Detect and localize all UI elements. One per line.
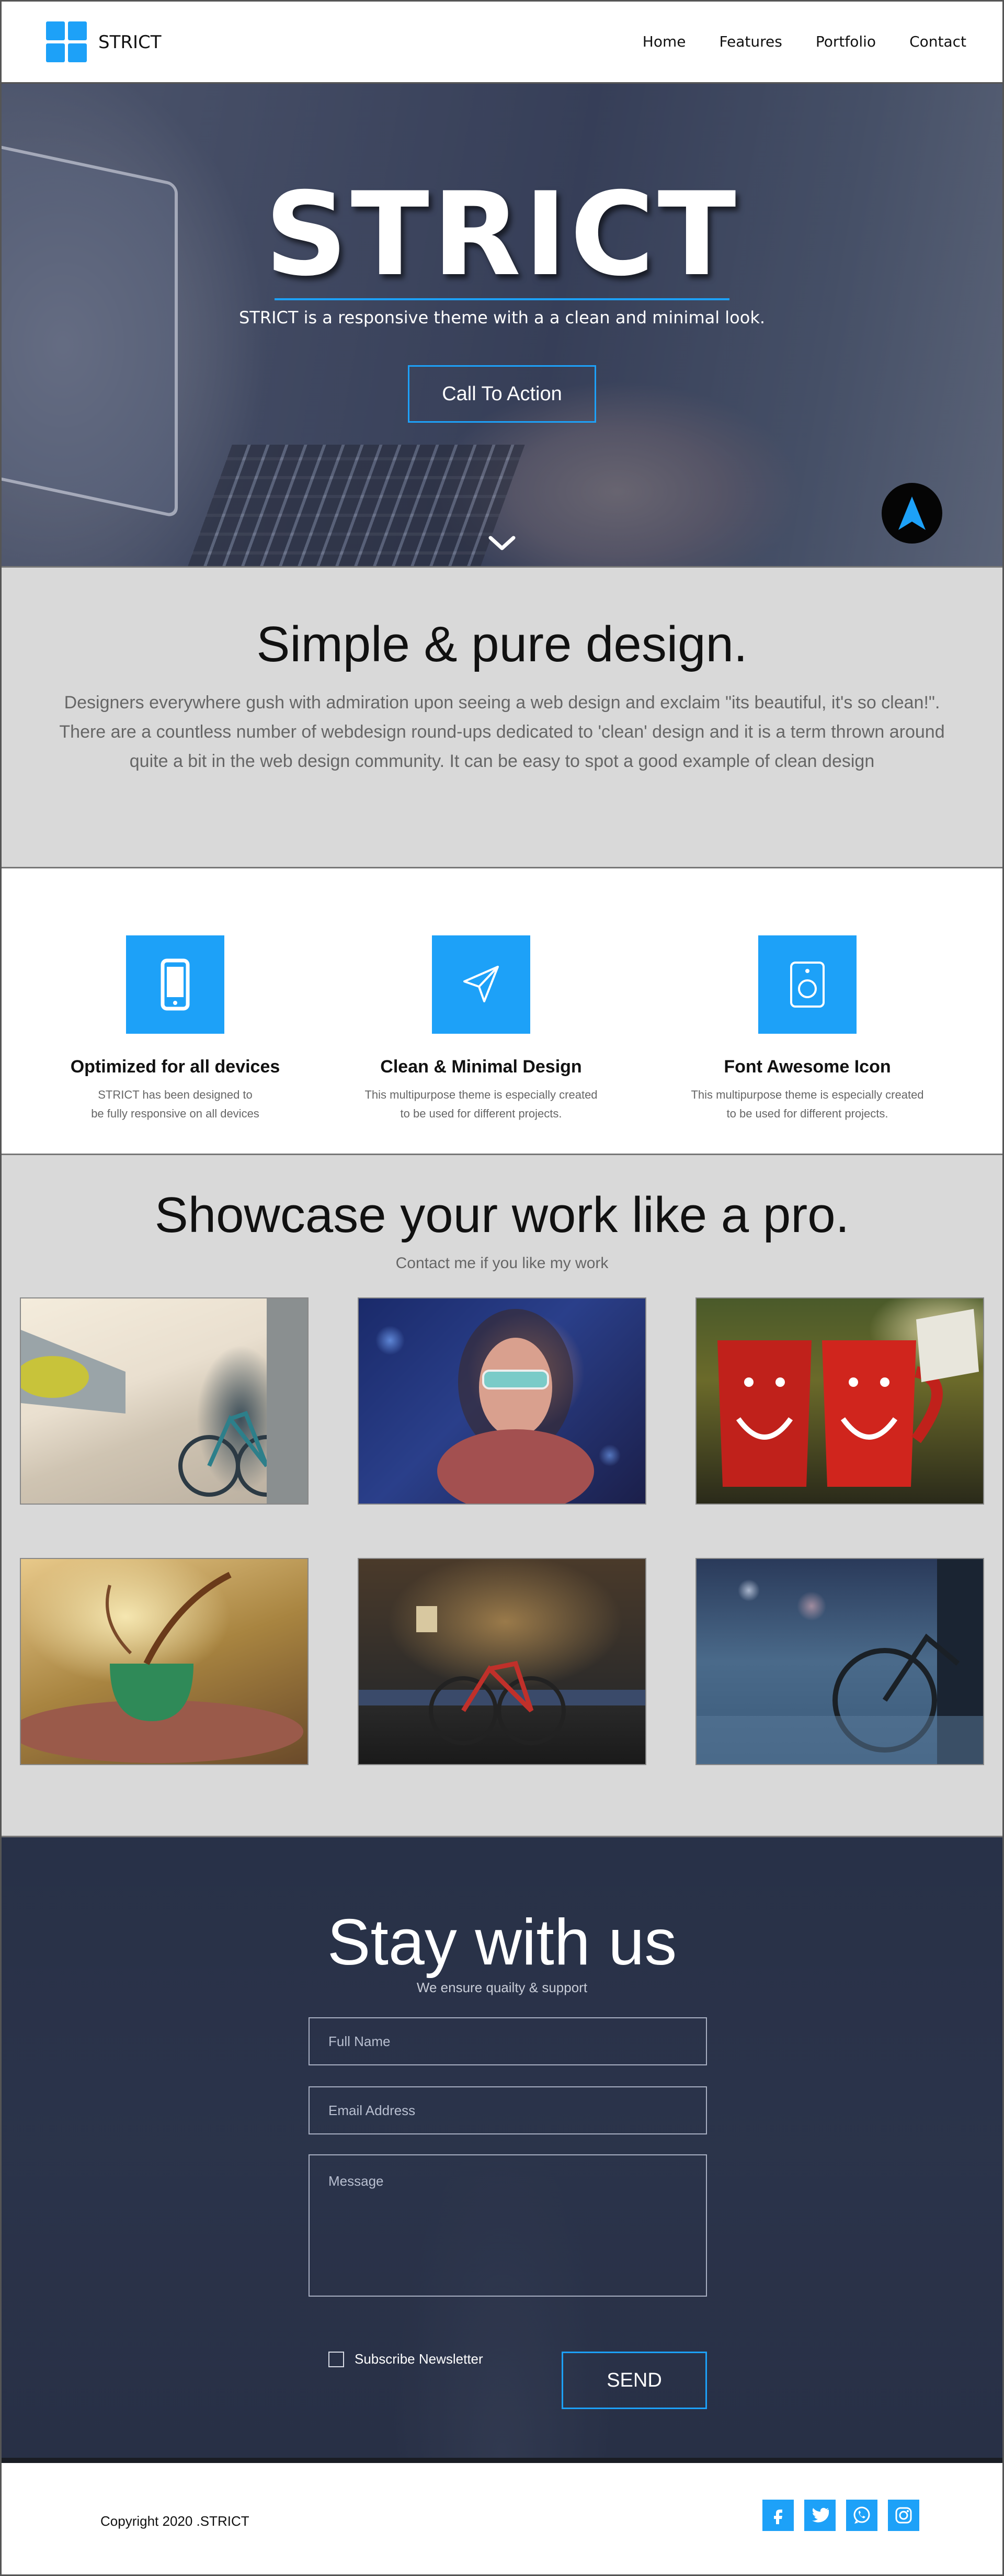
intro-section: Simple & pure design. Designers everywhe… (0, 566, 1004, 868)
copyright-text: Copyright 2020 .STRICT (100, 2513, 249, 2529)
send-button[interactable]: SEND (562, 2352, 707, 2409)
hero-section: STRICT STRICT is a responsive theme with… (0, 84, 1004, 566)
nav-contact-link[interactable]: Contact (909, 33, 966, 50)
contact-subheading: We ensure quailty & support (416, 1980, 588, 1995)
subscribe-newsletter-label: Subscribe Newsletter (355, 2351, 483, 2367)
nav-portfolio-link[interactable]: Portfolio (816, 33, 876, 50)
portfolio-image-red-bicycle-photo[interactable] (358, 1558, 646, 1765)
subscribe-newsletter-checkbox[interactable] (328, 2352, 344, 2367)
instagram-icon[interactable] (888, 2500, 919, 2531)
contact-section: Stay with us We ensure quailty & support… (0, 1837, 1004, 2463)
feature-card: Clean & Minimal Design This multipurpose… (345, 935, 617, 1123)
portfolio-heading: Showcase your work like a pro. (154, 1187, 850, 1243)
main-menu: Home Features Portfolio Contact (609, 33, 966, 50)
mobile-phone-icon (126, 935, 224, 1034)
feature-card: Optimized for all devices STRICT has bee… (39, 935, 311, 1123)
portfolio-image-bicycle-bokeh-photo[interactable] (695, 1558, 984, 1765)
twitter-icon[interactable] (804, 2500, 836, 2531)
portfolio-subheading: Contact me if you like my work (395, 1255, 609, 1272)
portfolio-image-woman-sunglasses-photo[interactable] (358, 1297, 646, 1505)
logo-icon[interactable] (46, 21, 87, 62)
portfolio-image-splashing-cup-photo[interactable] (20, 1558, 309, 1765)
feature-description: STRICT has been designed to be fully res… (91, 1088, 259, 1120)
whatsapp-icon[interactable] (846, 2500, 877, 2531)
facebook-icon[interactable] (762, 2500, 794, 2531)
portfolio-image-bicycle-street-photo[interactable] (20, 1297, 309, 1505)
chevron-down-icon[interactable] (486, 533, 518, 553)
full-name-field[interactable] (309, 2017, 707, 2065)
section-divider (0, 2458, 1004, 2463)
hero-title: STRICT (265, 167, 739, 301)
speaker-icon (758, 935, 857, 1034)
feature-description: This multipurpose theme is especially cr… (364, 1088, 598, 1120)
hero-keyboard-image (186, 445, 525, 566)
navigation-arrow-icon[interactable] (882, 483, 942, 544)
hero-tagline: STRICT is a responsive theme with a a cl… (238, 308, 766, 327)
features-section: Optimized for all devices STRICT has bee… (0, 868, 1004, 1155)
intro-body: Designers everywhere gush with admiratio… (59, 693, 945, 771)
hero-divider (275, 298, 729, 300)
feature-title: Optimized for all devices (70, 1057, 280, 1077)
portfolio-section: Showcase your work like a pro. Contact m… (0, 1155, 1004, 1837)
email-field[interactable] (309, 2086, 707, 2134)
top-navbar: STRICT Home Features Portfolio Contact (0, 0, 1004, 84)
intro-heading: Simple & pure design. (256, 616, 748, 672)
feature-title: Clean & Minimal Design (380, 1057, 582, 1077)
paper-plane-icon (432, 935, 530, 1034)
nav-features-link[interactable]: Features (719, 33, 782, 50)
message-field[interactable] (309, 2154, 707, 2297)
portfolio-image-red-smiley-mugs-photo[interactable] (695, 1297, 984, 1505)
brand-name[interactable]: STRICT (98, 32, 162, 53)
contact-heading: Stay with us (327, 1906, 677, 1979)
footer: Copyright 2020 .STRICT (0, 2463, 1004, 2576)
feature-title: Font Awesome Icon (724, 1057, 891, 1077)
nav-home-link[interactable]: Home (643, 33, 686, 50)
call-to-action-button[interactable]: Call To Action (408, 365, 596, 423)
feature-description: This multipurpose theme is especially cr… (691, 1088, 924, 1120)
feature-card: Font Awesome Icon This multipurpose them… (671, 935, 943, 1123)
social-links (762, 2500, 919, 2531)
